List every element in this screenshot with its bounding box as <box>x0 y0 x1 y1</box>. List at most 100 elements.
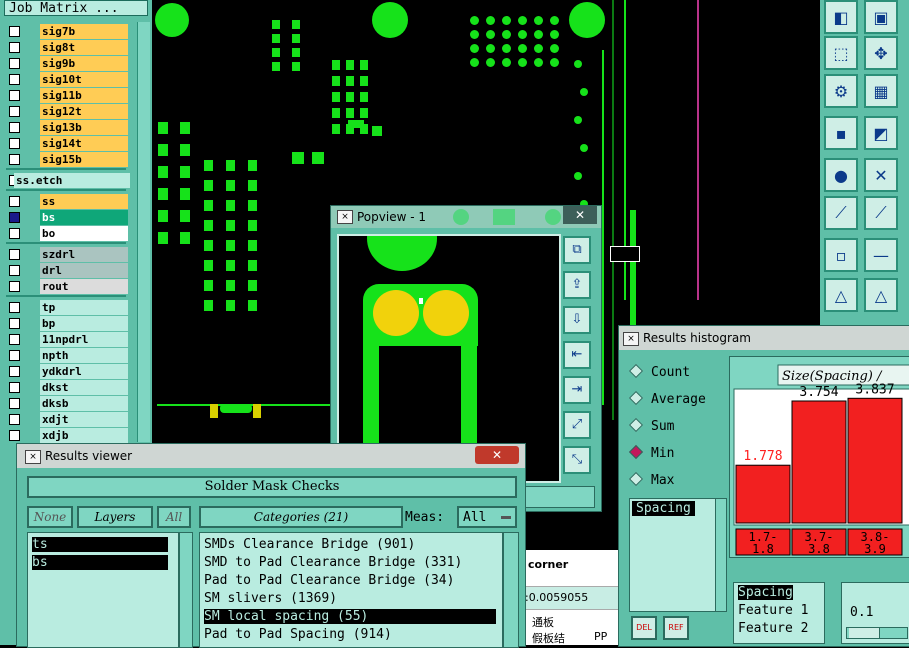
layer-row-szdrl[interactable]: szdrl <box>6 247 128 262</box>
layer-row-sig10t[interactable]: sig10t <box>6 72 128 87</box>
layer-checkbox[interactable] <box>9 382 20 393</box>
zoom-fit-icon[interactable]: ⬚ <box>824 36 858 70</box>
layer-checkbox[interactable] <box>9 154 20 165</box>
layer-checkbox[interactable] <box>9 122 20 133</box>
category-list-item[interactable]: SMD to Pad Clearance Bridge (331) <box>204 555 496 570</box>
layers-list-scrollbar[interactable] <box>179 532 193 648</box>
layer-row-sig9b[interactable]: sig9b <box>6 56 128 71</box>
layer-checkbox[interactable] <box>9 334 20 345</box>
layer-checkbox[interactable] <box>9 302 20 313</box>
layer-checkbox[interactable] <box>9 106 20 117</box>
export-view-icon[interactable]: ⇪ <box>563 271 591 299</box>
close-button[interactable]: ✕ <box>563 206 597 224</box>
radio-indicator[interactable] <box>628 417 644 433</box>
radio-indicator[interactable] <box>628 363 644 379</box>
line-icon[interactable]: ⟋ <box>824 196 858 230</box>
categories-button[interactable]: Categories (21) <box>199 506 403 528</box>
layer-checkbox[interactable] <box>9 196 20 207</box>
layer-checkbox[interactable] <box>9 350 20 361</box>
job-matrix-title[interactable]: Job Matrix ... <box>4 0 148 16</box>
feature-list-item[interactable]: Spacing <box>738 585 793 600</box>
layer-row-ss.etch[interactable]: ss.etch <box>6 173 130 188</box>
pan-right-icon[interactable]: ⇥ <box>563 376 591 404</box>
category-list-item[interactable]: Pad to Pad Clearance Bridge (34) <box>204 573 496 588</box>
radio-indicator[interactable] <box>628 390 644 406</box>
radio-indicator[interactable] <box>628 471 644 487</box>
layers-list[interactable]: ts bs <box>27 532 179 648</box>
layer-list-item[interactable]: bs <box>32 555 168 570</box>
layer-row-dksb[interactable]: dksb <box>6 396 128 411</box>
del-button[interactable]: DEL <box>631 616 657 640</box>
layer-checkbox[interactable] <box>9 138 20 149</box>
layer-checkbox[interactable] <box>9 430 20 441</box>
close-button[interactable]: ✕ <box>475 446 519 464</box>
categories-list[interactable]: SMDs Clearance Bridge (901) SMD to Pad Cl… <box>199 532 503 648</box>
layer-list-item[interactable]: ts <box>32 537 168 552</box>
layer-checkbox[interactable] <box>9 281 20 292</box>
copy-view-icon[interactable]: ⧉ <box>563 236 591 264</box>
category-list-item[interactable]: Pad to Pad Spacing (914) <box>204 627 496 642</box>
layer-row-bp[interactable]: bp <box>6 316 128 331</box>
categories-list-scrollbar[interactable] <box>503 532 519 648</box>
layer-checkbox[interactable] <box>9 90 20 101</box>
layer-checkbox[interactable] <box>9 398 20 409</box>
layer-checkbox[interactable] <box>9 265 20 276</box>
all-layers-button[interactable]: All <box>157 506 191 528</box>
box-icon[interactable]: ▫ <box>824 238 858 272</box>
histogram-slider[interactable] <box>846 627 908 639</box>
radio-indicator[interactable] <box>628 444 644 460</box>
dash-icon[interactable]: — <box>864 238 898 272</box>
layer-row-sig15b[interactable]: sig15b <box>6 152 128 167</box>
select-icon[interactable]: ▪ <box>824 116 858 150</box>
slider-handle[interactable] <box>849 628 880 638</box>
spacing-list-scrollbar[interactable] <box>715 498 727 612</box>
pan-left-icon[interactable]: ⇤ <box>563 341 591 369</box>
meas-select[interactable]: All <box>457 506 517 528</box>
ref-button[interactable]: REF <box>663 616 689 640</box>
option-sum[interactable]: Sum <box>628 417 674 436</box>
option-max[interactable]: Max <box>628 471 674 490</box>
option-count[interactable]: Count <box>628 363 690 382</box>
pan-right-icon[interactable]: ▣ <box>864 0 898 34</box>
layer-row-ydkdrl[interactable]: ydkdrl <box>6 364 128 379</box>
layer-row-xdjb[interactable]: xdjb <box>6 428 128 443</box>
layers-button[interactable]: Layers <box>77 506 153 528</box>
node-icon[interactable]: ● <box>824 158 858 192</box>
layer-row-xdjt[interactable]: xdjt <box>6 412 128 427</box>
layer-row-bs[interactable]: bs <box>6 210 128 225</box>
popview-titlebar[interactable]: ⨯ Popview - 1 ✕ <box>331 206 601 228</box>
layer-list-scrollbar[interactable] <box>137 22 150 442</box>
layer-checkbox[interactable] <box>9 212 20 223</box>
zoom-fit-icon[interactable]: ⤢ <box>563 411 591 439</box>
grid-icon[interactable]: ▦ <box>864 74 898 108</box>
layer-row-sig13b[interactable]: sig13b <box>6 120 128 135</box>
layer-row-npth[interactable]: npth <box>6 348 128 363</box>
layer-row-drl[interactable]: drl <box>6 263 128 278</box>
layer-row-sig11b[interactable]: sig11b <box>6 88 128 103</box>
triangle-alt-icon[interactable]: △ <box>864 278 898 312</box>
feature-list-item[interactable]: Feature 2 <box>738 621 808 636</box>
triangle-icon[interactable]: △ <box>824 278 858 312</box>
category-list-item[interactable]: SM slivers (1369) <box>204 591 496 606</box>
import-view-icon[interactable]: ⇩ <box>563 306 591 334</box>
layer-checkbox[interactable] <box>9 318 20 329</box>
line-alt-icon[interactable]: ⟋ <box>864 196 898 230</box>
layer-row-bo[interactable]: bo <box>6 226 128 241</box>
zoom-center-icon[interactable]: ✥ <box>864 36 898 70</box>
category-list-item[interactable]: SM local spacing (55) <box>204 609 496 624</box>
feature-list-item[interactable]: Feature 1 <box>738 603 808 618</box>
layer-checkbox[interactable] <box>9 228 20 239</box>
option-min[interactable]: Min <box>628 444 674 463</box>
results-histogram-titlebar[interactable]: ⨯ Results histogram <box>619 326 909 350</box>
spacing-list-item[interactable]: Spacing <box>632 501 695 516</box>
layer-checkbox[interactable] <box>9 249 20 260</box>
option-average[interactable]: Average <box>628 390 706 409</box>
layer-checkbox[interactable] <box>9 414 20 425</box>
pan-left-icon[interactable]: ◧ <box>824 0 858 34</box>
layer-row-dkst[interactable]: dkst <box>6 380 128 395</box>
layer-row-sig8t[interactable]: sig8t <box>6 40 128 55</box>
settings-icon[interactable]: ⚙ <box>824 74 858 108</box>
layer-row-tp[interactable]: tp <box>6 300 128 315</box>
results-viewer-titlebar[interactable]: ⨯ Results viewer ✕ <box>17 444 525 468</box>
layer-checkbox[interactable] <box>9 26 20 37</box>
